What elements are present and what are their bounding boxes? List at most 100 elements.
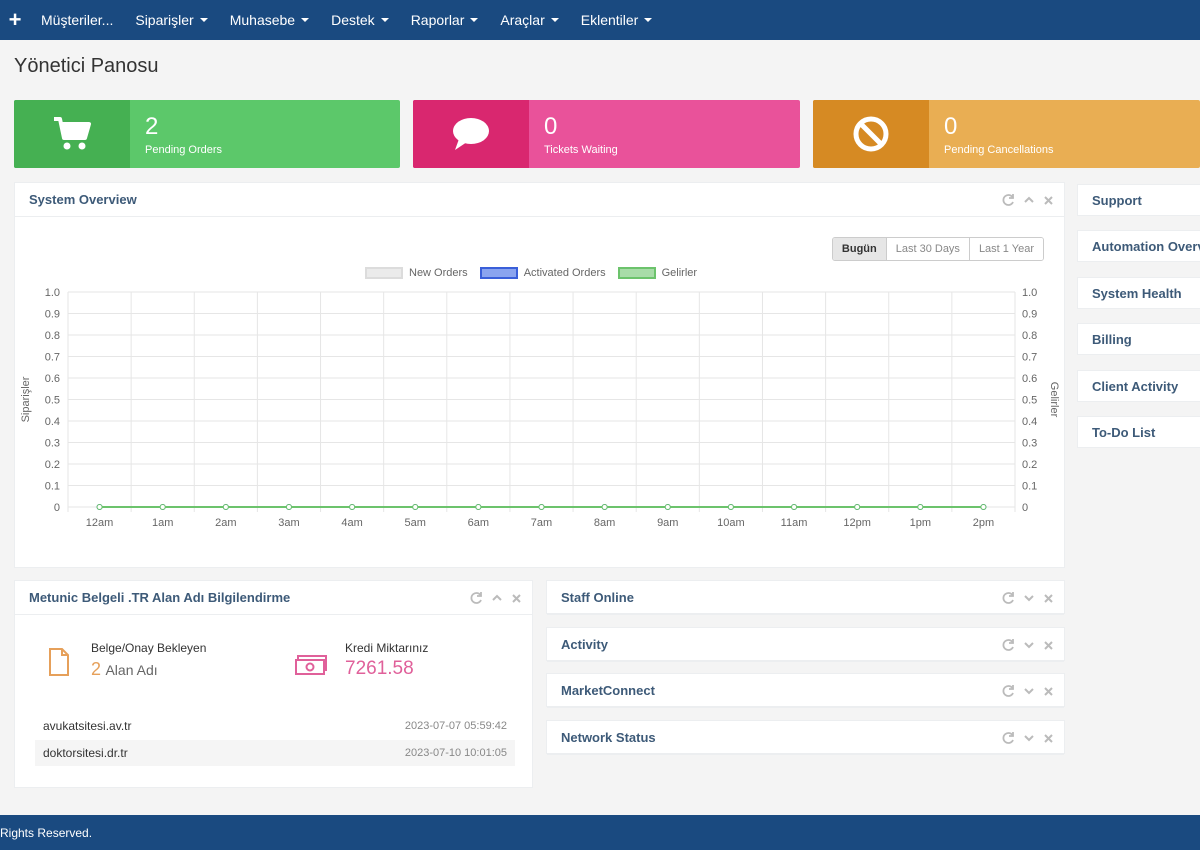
network-status-panel: Network Status bbox=[546, 720, 1065, 755]
caret-down-icon bbox=[644, 18, 653, 22]
sidebar-item-support[interactable]: Support bbox=[1077, 184, 1200, 216]
panel-title: MarketConnect bbox=[561, 683, 655, 698]
close-icon[interactable] bbox=[1043, 733, 1054, 744]
credit-value: 7261.58 bbox=[345, 658, 414, 679]
nav-eklentiler[interactable]: Eklentiler bbox=[570, 0, 664, 40]
document-icon bbox=[47, 647, 71, 682]
chevron-down-icon[interactable] bbox=[1023, 732, 1035, 744]
close-icon[interactable] bbox=[1043, 593, 1054, 604]
nav-label: Araçlar bbox=[500, 12, 545, 28]
domain-date: 2023-07-07 05:59:42 bbox=[404, 720, 507, 732]
caret-down-icon bbox=[301, 18, 310, 22]
nav-label: Muhasebe bbox=[229, 12, 296, 28]
pending-cancellations-tile[interactable]: 0 Pending Cancellations bbox=[813, 100, 1200, 168]
sidebar-item-automation[interactable]: Automation Overview bbox=[1077, 230, 1200, 262]
sidebar-item-label: Support bbox=[1092, 192, 1142, 208]
y-tick-label-right: 0.8 bbox=[1022, 330, 1037, 342]
panel-header[interactable]: Activity bbox=[547, 628, 1064, 662]
x-tick-label: 2pm bbox=[973, 517, 994, 529]
y-tick-label-right: 0.5 bbox=[1022, 395, 1037, 407]
y-tick-label-right: 0.9 bbox=[1022, 309, 1037, 321]
chevron-down-icon[interactable] bbox=[1023, 592, 1035, 604]
x-tick-label: 2am bbox=[215, 517, 236, 529]
range-today-button[interactable]: Bugün bbox=[832, 238, 887, 260]
refresh-icon[interactable] bbox=[469, 591, 483, 605]
close-icon[interactable] bbox=[1043, 640, 1054, 651]
page-title: Yönetici Panosu bbox=[14, 55, 159, 77]
metunic-panel: Metunic Belgeli .TR Alan Adı Bilgilendir… bbox=[14, 580, 533, 788]
panel-header[interactable]: Staff Online bbox=[547, 581, 1064, 615]
nav-label: Müşteriler... bbox=[41, 12, 114, 28]
refresh-icon[interactable] bbox=[1001, 638, 1015, 652]
panel-title: Network Status bbox=[561, 730, 656, 745]
y-tick-label-left: 0 bbox=[54, 502, 60, 514]
tickets-waiting-tile[interactable]: 0 Tickets Waiting bbox=[413, 100, 800, 168]
nav-siparisler[interactable]: Siparişler bbox=[124, 0, 218, 40]
panel-title: Metunic Belgeli .TR Alan Adı Bilgilendir… bbox=[29, 590, 291, 605]
tile-label: Pending Cancellations bbox=[944, 144, 1054, 156]
domain-name: doktorsitesi.dr.tr bbox=[43, 746, 128, 760]
y-tick-label-right: 0.3 bbox=[1022, 438, 1037, 450]
chevron-up-icon[interactable] bbox=[1023, 194, 1035, 206]
chevron-down-icon[interactable] bbox=[1023, 639, 1035, 651]
nav-label: Destek bbox=[331, 12, 375, 28]
pending-label: Belge/Onay Bekleyen bbox=[91, 641, 207, 655]
plus-icon[interactable]: + bbox=[0, 0, 30, 40]
y-tick-label-left: 0.9 bbox=[45, 309, 60, 321]
data-point bbox=[96, 504, 103, 510]
nav-destek[interactable]: Destek bbox=[320, 0, 400, 40]
data-point bbox=[917, 504, 924, 510]
nav-raporlar[interactable]: Raporlar bbox=[400, 0, 490, 40]
y-tick-label-left: 0.4 bbox=[45, 416, 60, 428]
refresh-icon[interactable] bbox=[1001, 193, 1015, 207]
y-axis-label-right: Gelirler bbox=[1048, 382, 1060, 418]
refresh-icon[interactable] bbox=[1001, 591, 1015, 605]
tile-label: Tickets Waiting bbox=[544, 144, 618, 156]
chevron-down-icon[interactable] bbox=[1023, 685, 1035, 697]
nav-araclar[interactable]: Araçlar bbox=[489, 0, 569, 40]
x-tick-label: 1am bbox=[152, 517, 173, 529]
data-point bbox=[412, 504, 419, 510]
nav-muhasebe[interactable]: Muhasebe bbox=[219, 0, 320, 40]
sidebar-item-label: To-Do List bbox=[1092, 424, 1156, 440]
sidebar-item-label: Client Activity bbox=[1092, 378, 1179, 394]
pending-orders-tile[interactable]: 2 Pending Orders bbox=[14, 100, 400, 168]
sidebar-item-system-health[interactable]: System Health bbox=[1077, 277, 1200, 309]
refresh-icon[interactable] bbox=[1001, 684, 1015, 698]
ban-icon bbox=[813, 100, 929, 168]
nav-musteriler[interactable]: Müşteriler... bbox=[30, 0, 124, 40]
footer-text: Rights Reserved. bbox=[0, 825, 93, 840]
date-range-toggle: Bugün Last 30 Days Last 1 Year bbox=[831, 237, 1044, 261]
x-tick-label: 10am bbox=[717, 517, 745, 529]
sidebar-item-todo-list[interactable]: To-Do List bbox=[1077, 416, 1200, 448]
sidebar-item-billing[interactable]: Billing bbox=[1077, 323, 1200, 355]
data-point bbox=[349, 504, 356, 510]
top-navbar: + Müşteriler... Siparişler Muhasebe Dest… bbox=[0, 0, 1200, 40]
close-icon[interactable] bbox=[1043, 686, 1054, 697]
domain-row[interactable]: doktorsitesi.dr.tr 2023-07-10 10:01:05 bbox=[35, 740, 515, 766]
y-tick-label-left: 0.8 bbox=[45, 330, 60, 342]
close-icon[interactable] bbox=[511, 593, 522, 604]
credit-label: Kredi Miktarınız bbox=[345, 641, 429, 655]
x-tick-label: 4am bbox=[341, 517, 362, 529]
y-tick-label-right: 0.2 bbox=[1022, 459, 1037, 471]
x-tick-label: 1pm bbox=[910, 517, 931, 529]
chevron-up-icon[interactable] bbox=[491, 592, 503, 604]
range-1year-button[interactable]: Last 1 Year bbox=[969, 238, 1043, 260]
x-tick-label: 6am bbox=[468, 517, 489, 529]
refresh-icon[interactable] bbox=[1001, 731, 1015, 745]
sidebar-item-label: System Health bbox=[1092, 285, 1182, 301]
range-30days-button[interactable]: Last 30 Days bbox=[886, 238, 970, 260]
close-icon[interactable] bbox=[1043, 195, 1054, 206]
domain-row[interactable]: avukatsitesi.av.tr 2023-07-07 05:59:42 bbox=[35, 713, 515, 739]
sidebar-item-client-activity[interactable]: Client Activity bbox=[1077, 370, 1200, 402]
data-point bbox=[664, 504, 671, 510]
data-point bbox=[159, 504, 166, 510]
staff-online-panel: Staff Online bbox=[546, 580, 1065, 615]
x-tick-label: 5am bbox=[405, 517, 426, 529]
data-point bbox=[222, 504, 229, 510]
panel-header[interactable]: Network Status bbox=[547, 721, 1064, 755]
y-tick-label-right: 0.1 bbox=[1022, 481, 1037, 493]
panel-header[interactable]: MarketConnect bbox=[547, 674, 1064, 708]
system-overview-panel: System Overview Bugün Last 30 Days Last … bbox=[14, 182, 1065, 568]
